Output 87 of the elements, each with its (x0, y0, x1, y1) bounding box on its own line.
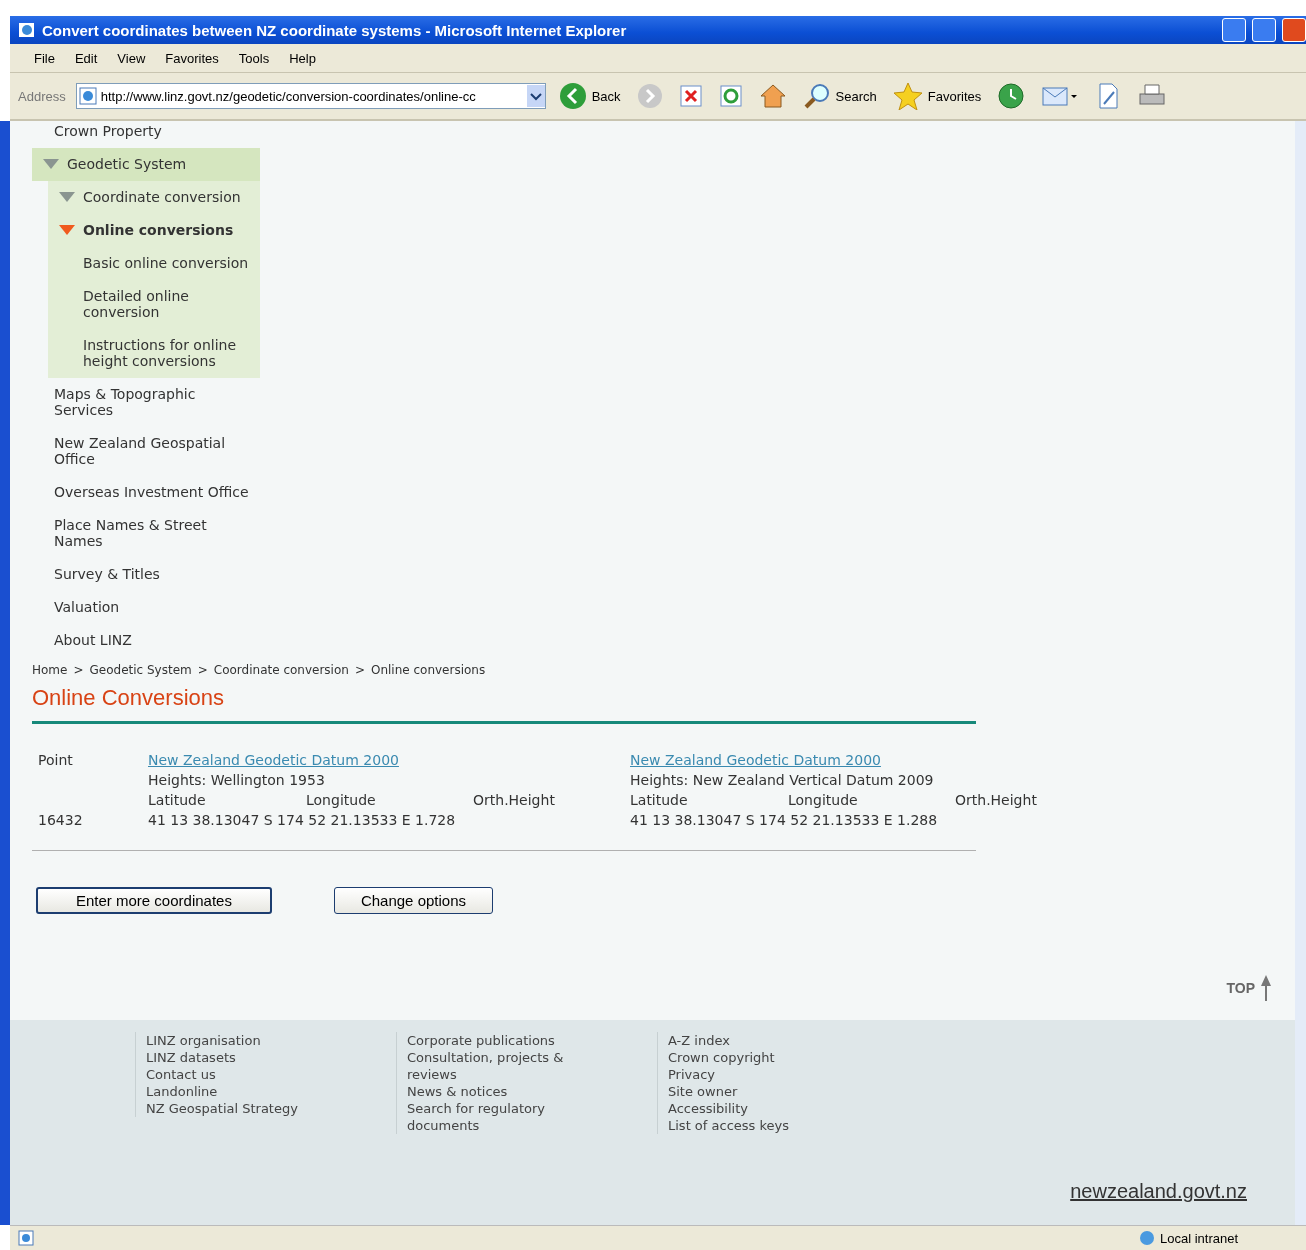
nav-link[interactable]: Valuation (32, 591, 260, 624)
expanded-arrow-icon (43, 159, 59, 169)
footer-link[interactable]: Site owner (668, 1083, 878, 1100)
form-button[interactable]: Change options (333, 887, 493, 914)
home-icon (758, 83, 787, 109)
heights-text: Heights: New Zealand Vertical Datum 2009 (630, 772, 935, 788)
expanded-arrow-icon (59, 192, 75, 202)
back-button[interactable]: Back (555, 82, 624, 110)
column-header: Longitude (788, 792, 859, 808)
column-header: Latitude (630, 792, 689, 808)
search-button[interactable]: Search (799, 82, 880, 110)
scrollbar[interactable] (1295, 121, 1306, 1225)
footer-link[interactable]: Privacy (668, 1066, 878, 1083)
point-id: 16432 (38, 812, 84, 828)
nav-link[interactable]: Overseas Investment Office (32, 476, 260, 509)
footer-link[interactable]: Consultation, projects & reviews (407, 1049, 617, 1083)
footer-link[interactable]: List of access keys (668, 1117, 878, 1134)
footer-link[interactable]: Contact us (146, 1066, 356, 1083)
nav-link[interactable]: Instructions for online height conversions (48, 329, 260, 378)
security-zone: Local intranet (1138, 1230, 1298, 1246)
refresh-icon (718, 84, 743, 108)
search-icon (802, 82, 831, 110)
nav-link[interactable]: Coordinate conversion (48, 181, 260, 214)
breadcrumb-link[interactable]: Home (32, 663, 68, 677)
page-heading: Online Conversions (32, 685, 225, 711)
page-icon (18, 1230, 34, 1246)
menu-item[interactable]: Tools (230, 48, 278, 68)
column-header: Orth.Height (473, 792, 556, 808)
close-button[interactable] (1282, 18, 1306, 42)
column-header: Latitude (148, 792, 207, 808)
datum-link[interactable]: New Zealand Geodetic Datum 2000 (148, 752, 630, 768)
breadcrumb-separator: > (73, 663, 84, 677)
breadcrumb-separator: > (197, 663, 208, 677)
dropdown-icon[interactable] (526, 85, 545, 107)
column-header: Longitude (306, 792, 377, 808)
footer-link[interactable]: A-Z index (668, 1032, 878, 1049)
window-title: Convert coordinates between NZ coordinate systems - Microsoft Internet Explorer (42, 21, 628, 39)
breadcrumb-link[interactable]: Coordinate conversion (213, 663, 349, 677)
stop-icon (678, 84, 703, 108)
footer-link[interactable]: News & notices (407, 1083, 617, 1100)
nav-link[interactable]: Crown Property (32, 115, 260, 148)
footer-link[interactable]: Crown copyright (668, 1049, 878, 1066)
address-label: Address (18, 88, 66, 104)
nav-link[interactable]: Detailed online conversion (48, 280, 260, 329)
footer-link[interactable]: Search for regulatory documents (407, 1100, 617, 1134)
breadcrumb-link[interactable]: Online conversions (370, 663, 486, 677)
footer-link[interactable]: Landonline (146, 1083, 356, 1100)
point-label: Point (38, 752, 74, 768)
globe-icon (1138, 1230, 1156, 1246)
footer-link[interactable]: LINZ datasets (146, 1049, 356, 1066)
minimize-button[interactable] (1222, 18, 1246, 42)
footer-link[interactable]: Accessibility (668, 1100, 878, 1117)
nav-link[interactable]: Online conversions (48, 214, 260, 247)
up-arrow-icon (1259, 974, 1273, 1002)
expanded-arrow-icon (59, 225, 75, 235)
footer-link[interactable]: LINZ organisation (146, 1032, 356, 1049)
top-link[interactable]: TOP (1226, 980, 1255, 996)
page-icon (78, 87, 97, 105)
nav-link[interactable]: Geodetic System (32, 148, 260, 181)
address-field[interactable]: http://www.linz.govt.nz/geodetic/conversion-coordinates/online-cc (75, 83, 546, 109)
star-icon (892, 82, 923, 110)
datum-link[interactable]: New Zealand Geodetic Datum 2000 (630, 752, 1070, 768)
nav-link[interactable]: About LINZ (32, 624, 260, 657)
nav-link[interactable]: Survey & Titles (32, 558, 260, 591)
menu-item[interactable]: Help (281, 48, 324, 68)
breadcrumb-link[interactable]: Geodetic System (89, 663, 192, 677)
column-header: Orth.Height (955, 792, 1038, 808)
menu-item[interactable]: Edit (66, 48, 106, 68)
nav-link[interactable]: Place Names & Street Names (32, 509, 260, 558)
menu-item[interactable]: View (109, 48, 154, 68)
form-button[interactable]: Enter more coordinates (36, 887, 272, 914)
heights-text: Heights: Wellington 1953 (148, 772, 326, 788)
footer-link[interactable]: Corporate publications (407, 1032, 617, 1049)
favorites-button[interactable]: Favorites (889, 82, 985, 110)
coordinate-values: 41 13 38.13047 S 174 52 21.13533 E 1.288 (630, 812, 939, 828)
menu-item[interactable]: Favorites (157, 48, 227, 68)
footer-link[interactable]: NZ Geospatial Strategy (146, 1100, 356, 1117)
nav-link[interactable]: New Zealand Geospatial Office (32, 427, 260, 476)
nav-link[interactable]: Basic online conversion (48, 247, 260, 280)
history-icon (997, 82, 1026, 110)
coordinate-values: 41 13 38.13047 S 174 52 21.13533 E 1.728 (148, 812, 457, 828)
browser-icon (18, 21, 36, 39)
nav-link[interactable]: Maps & Topographic Services (32, 378, 260, 427)
site-logo[interactable]: newzealand.govt.nz (1070, 1180, 1247, 1203)
menu-item[interactable]: File (26, 48, 63, 68)
breadcrumb-separator: > (354, 663, 365, 677)
maximize-button[interactable] (1252, 18, 1276, 42)
